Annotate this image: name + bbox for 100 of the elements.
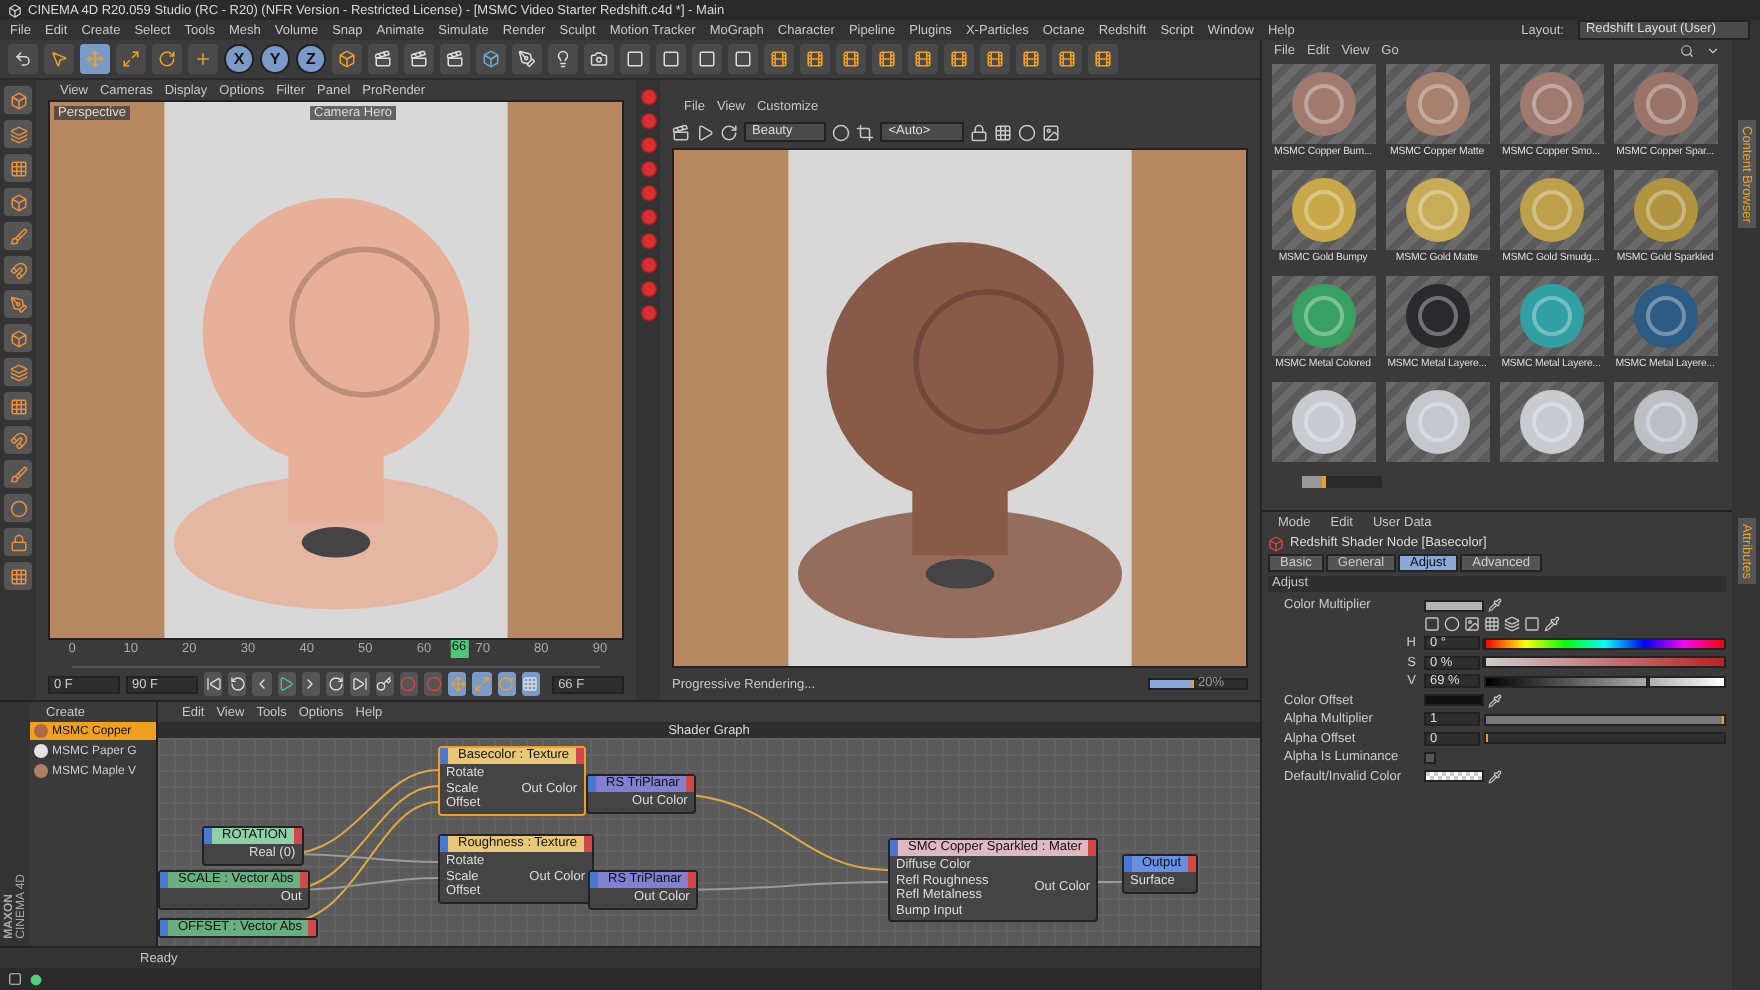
- material-preview[interactable]: [1499, 170, 1603, 250]
- material-preview[interactable]: [1499, 64, 1603, 144]
- material-preview[interactable]: [1271, 382, 1375, 462]
- material-preview[interactable]: [1271, 170, 1375, 250]
- tool-icon[interactable]: [4, 256, 32, 284]
- color-mode-icon[interactable]: [1484, 616, 1500, 633]
- eyedropper-icon[interactable]: [1488, 693, 1502, 708]
- tool-icon[interactable]: [4, 324, 32, 352]
- rotate-icon[interactable]: [497, 672, 516, 696]
- axis-button[interactable]: Z: [296, 44, 326, 74]
- film-icon[interactable]: [872, 44, 902, 74]
- material-preview[interactable]: [1271, 276, 1375, 356]
- rewind-icon[interactable]: [228, 672, 247, 696]
- eyedropper-icon[interactable]: [1488, 598, 1502, 613]
- eyedropper-icon[interactable]: [1544, 616, 1560, 633]
- record-icon[interactable]: [423, 672, 443, 696]
- film-icon[interactable]: [800, 44, 830, 74]
- film-icon[interactable]: [908, 44, 938, 74]
- material-preview[interactable]: [1271, 64, 1375, 144]
- material-preview[interactable]: [1385, 170, 1489, 250]
- tool-icon[interactable]: [4, 154, 32, 182]
- material-preview[interactable]: [1385, 64, 1489, 144]
- tool-icon[interactable]: [4, 392, 32, 420]
- circle-icon[interactable]: [1018, 123, 1037, 141]
- tool-icon[interactable]: [4, 460, 32, 488]
- pen-icon[interactable]: [512, 44, 542, 74]
- refresh-icon[interactable]: [720, 123, 738, 141]
- plus-icon[interactable]: [188, 44, 218, 74]
- material-preview[interactable]: [1613, 382, 1717, 462]
- grid-icon[interactable]: [994, 123, 1013, 141]
- skip-back-icon[interactable]: [204, 672, 223, 696]
- color-slider[interactable]: [1484, 637, 1726, 650]
- clapperboard-icon[interactable]: [368, 44, 398, 74]
- camera-icon[interactable]: [584, 44, 614, 74]
- tool-icon[interactable]: [4, 86, 32, 114]
- tool-icon[interactable]: [4, 528, 32, 556]
- image-icon[interactable]: [1042, 123, 1061, 141]
- color-swatch[interactable]: [1424, 770, 1484, 783]
- circle-icon[interactable]: [832, 123, 851, 141]
- checkbox[interactable]: [1424, 751, 1436, 764]
- clapperboard-icon[interactable]: [404, 44, 434, 74]
- film-icon[interactable]: [1052, 44, 1082, 74]
- tool-icon[interactable]: [4, 188, 32, 216]
- undo-icon[interactable]: [8, 44, 38, 74]
- color-slider[interactable]: [1484, 656, 1726, 669]
- grid-icon[interactable]: [521, 672, 541, 696]
- slider-thumb[interactable]: [1646, 675, 1651, 688]
- tool-icon[interactable]: [4, 494, 32, 522]
- step-back-icon[interactable]: [252, 672, 272, 696]
- tool-icon[interactable]: [4, 426, 32, 454]
- cube-icon[interactable]: [476, 44, 506, 74]
- caret-icon[interactable]: [1706, 43, 1720, 57]
- clapperboard-icon[interactable]: [672, 123, 690, 141]
- crop-icon[interactable]: [856, 123, 875, 141]
- material-preview[interactable]: [1613, 170, 1717, 250]
- color-mode-icon[interactable]: [1504, 616, 1520, 633]
- loop-icon[interactable]: [326, 672, 345, 696]
- clapperboard-icon[interactable]: [440, 44, 470, 74]
- color-swatch[interactable]: [1424, 694, 1484, 707]
- tool-icon[interactable]: [4, 290, 32, 318]
- node-canvas[interactable]: [158, 738, 1260, 946]
- cube-icon[interactable]: [332, 44, 362, 74]
- material-preview[interactable]: [1499, 382, 1603, 462]
- material-preview[interactable]: [1385, 276, 1489, 356]
- scale-icon[interactable]: [116, 44, 146, 74]
- material-preview[interactable]: [1499, 276, 1603, 356]
- tool-icon[interactable]: [4, 358, 32, 386]
- rotate-icon[interactable]: [152, 44, 182, 74]
- film-icon[interactable]: [980, 44, 1010, 74]
- skip-forward-icon[interactable]: [350, 672, 370, 696]
- color-slider[interactable]: [1484, 675, 1726, 688]
- axis-button[interactable]: Y: [260, 44, 290, 74]
- material-preview[interactable]: [1613, 64, 1717, 144]
- move-icon[interactable]: [448, 672, 467, 696]
- square-icon[interactable]: [728, 44, 758, 74]
- film-icon[interactable]: [1088, 44, 1118, 74]
- film-icon[interactable]: [1016, 44, 1046, 74]
- square-icon[interactable]: [620, 44, 650, 74]
- color-swatch[interactable]: [1424, 599, 1484, 612]
- color-mode-icon[interactable]: [1464, 616, 1480, 633]
- color-mode-icon[interactable]: [1524, 616, 1540, 633]
- tool-icon[interactable]: [4, 562, 32, 590]
- tool-icon[interactable]: [4, 222, 32, 250]
- film-icon[interactable]: [836, 44, 866, 74]
- axis-button[interactable]: X: [224, 44, 254, 74]
- zoom-slider-fill[interactable]: [1302, 476, 1326, 488]
- scale-icon[interactable]: [472, 672, 492, 696]
- lock-icon[interactable]: [970, 123, 989, 141]
- film-icon[interactable]: [944, 44, 974, 74]
- light-icon[interactable]: [548, 44, 578, 74]
- eyedropper-icon[interactable]: [1488, 769, 1502, 784]
- play-icon[interactable]: [696, 123, 714, 141]
- tool-icon[interactable]: [4, 120, 32, 148]
- slider-fill[interactable]: [1486, 715, 1724, 724]
- square-icon[interactable]: [692, 44, 722, 74]
- play-icon[interactable]: [277, 672, 296, 696]
- pointer-icon[interactable]: [44, 44, 74, 74]
- film-icon[interactable]: [764, 44, 794, 74]
- key-icon[interactable]: [375, 672, 394, 696]
- material-preview[interactable]: [1385, 382, 1489, 462]
